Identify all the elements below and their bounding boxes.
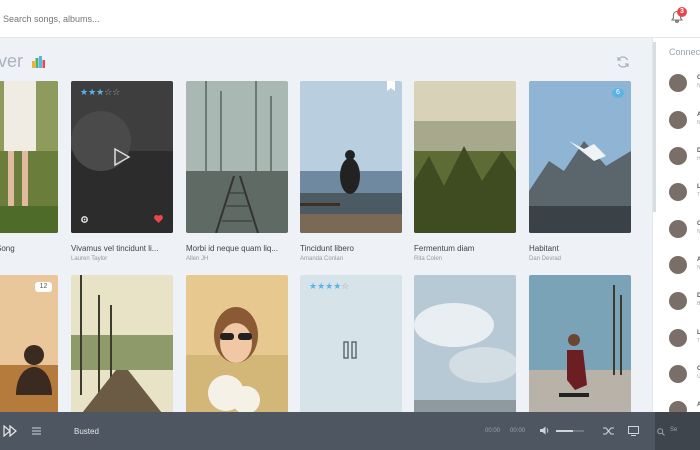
play-icon[interactable] xyxy=(113,147,131,167)
avatar xyxy=(669,292,687,310)
track-title: Busted xyxy=(74,427,99,436)
contact-item[interactable]: DB xyxy=(669,292,700,312)
track-duration: 00:00 xyxy=(510,428,526,434)
contact-item[interactable]: AN xyxy=(669,111,700,131)
contact-item[interactable]: CN xyxy=(669,74,700,94)
album-card[interactable] xyxy=(300,81,402,233)
album-cover-image xyxy=(186,275,288,412)
connections-panel: Connections CN AN DH LT CN AN DB LT CU A xyxy=(652,38,700,412)
discover-section: ver Song ★★★☆☆ Vivamus vel tincidunt li.… xyxy=(0,38,650,412)
album-title[interactable]: Habitant xyxy=(529,244,631,253)
avatar xyxy=(669,111,687,129)
heart-icon[interactable] xyxy=(154,215,163,223)
volume-slider-fill xyxy=(556,430,573,432)
album-card[interactable]: ★★★☆☆ xyxy=(71,81,173,233)
avatar xyxy=(669,220,687,238)
volume-slider[interactable] xyxy=(556,430,584,432)
album-artist[interactable]: Allen JH xyxy=(186,256,208,262)
album-cover-image xyxy=(529,81,631,233)
album-card[interactable] xyxy=(529,275,631,412)
contact-item[interactable]: A xyxy=(669,401,700,412)
notification-count-badge: 3 xyxy=(677,7,687,17)
avatar xyxy=(669,147,687,165)
album-title[interactable]: Vivamus vel tincidunt li... xyxy=(71,244,173,253)
contact-item[interactable]: DH xyxy=(669,147,700,167)
top-bar: 3 xyxy=(0,0,700,38)
star-rating[interactable]: ★★★☆☆ xyxy=(80,88,120,98)
album-card[interactable] xyxy=(0,81,58,233)
avatar xyxy=(669,74,687,92)
album-artist[interactable]: Dan Devrad xyxy=(529,256,561,262)
avatar xyxy=(669,365,687,383)
star-rating[interactable]: ★★★★☆ xyxy=(309,282,349,292)
avatar xyxy=(669,329,687,347)
avatar xyxy=(669,183,687,201)
equalizer-icon xyxy=(32,56,45,68)
scrollbar[interactable] xyxy=(653,42,656,212)
contact-item[interactable]: AN xyxy=(669,256,700,276)
album-cover-image xyxy=(186,81,288,233)
album-cover-image xyxy=(529,275,631,412)
avatar xyxy=(669,256,687,274)
bookmark-icon[interactable] xyxy=(386,81,396,91)
avatar xyxy=(669,401,687,412)
contact-item[interactable]: LT xyxy=(669,183,700,203)
album-card[interactable] xyxy=(414,275,516,412)
album-cover-image xyxy=(414,81,516,233)
page-title: ver xyxy=(0,51,24,71)
player-search-area[interactable]: Se xyxy=(655,412,700,450)
album-artist[interactable]: Amanda Conlan xyxy=(300,256,343,262)
player-search-label: Se xyxy=(670,427,678,433)
next-track-icon[interactable] xyxy=(3,425,17,437)
album-artist[interactable]: Rita Colen xyxy=(414,256,442,262)
contact-item[interactable]: CN xyxy=(669,220,700,240)
elapsed-time: 00:00 xyxy=(485,428,501,434)
connections-title: Connections xyxy=(669,47,700,57)
album-card[interactable] xyxy=(186,81,288,233)
search-input[interactable] xyxy=(3,12,323,26)
search-icon xyxy=(657,428,665,436)
contact-item[interactable]: LT xyxy=(669,329,700,349)
album-count-badge: 12 xyxy=(35,282,52,292)
album-card[interactable]: 6 xyxy=(529,81,631,233)
screen-icon[interactable] xyxy=(628,426,639,436)
album-card[interactable] xyxy=(71,275,173,412)
album-cover-image xyxy=(0,81,58,233)
pause-icon[interactable] xyxy=(343,341,357,359)
shuffle-icon[interactable] xyxy=(603,426,614,436)
album-cover-image xyxy=(414,275,516,412)
playlist-icon[interactable] xyxy=(32,426,41,436)
album-cover-image xyxy=(300,81,402,233)
refresh-icon[interactable] xyxy=(616,55,630,69)
album-card[interactable]: ★★★★☆ xyxy=(300,275,402,412)
album-card[interactable] xyxy=(186,275,288,412)
album-count-badge: 6 xyxy=(612,88,624,98)
gear-icon[interactable] xyxy=(80,215,89,224)
player-bar: Busted 00:00 00:00 xyxy=(0,412,655,450)
volume-icon[interactable] xyxy=(539,425,550,436)
album-title[interactable]: Fermentum diam xyxy=(414,244,516,253)
notifications-button[interactable]: 3 xyxy=(670,7,688,28)
album-cover-image xyxy=(71,275,173,412)
contact-item[interactable]: CU xyxy=(669,365,700,385)
album-artist[interactable]: Lauren Taylor xyxy=(71,256,107,262)
album-title[interactable]: Morbi id neque quam liq... xyxy=(186,244,288,253)
album-card[interactable]: 12 xyxy=(0,275,58,412)
album-card[interactable] xyxy=(414,81,516,233)
album-cover-image xyxy=(0,275,58,412)
album-title[interactable]: Tincidunt libero xyxy=(300,244,402,253)
